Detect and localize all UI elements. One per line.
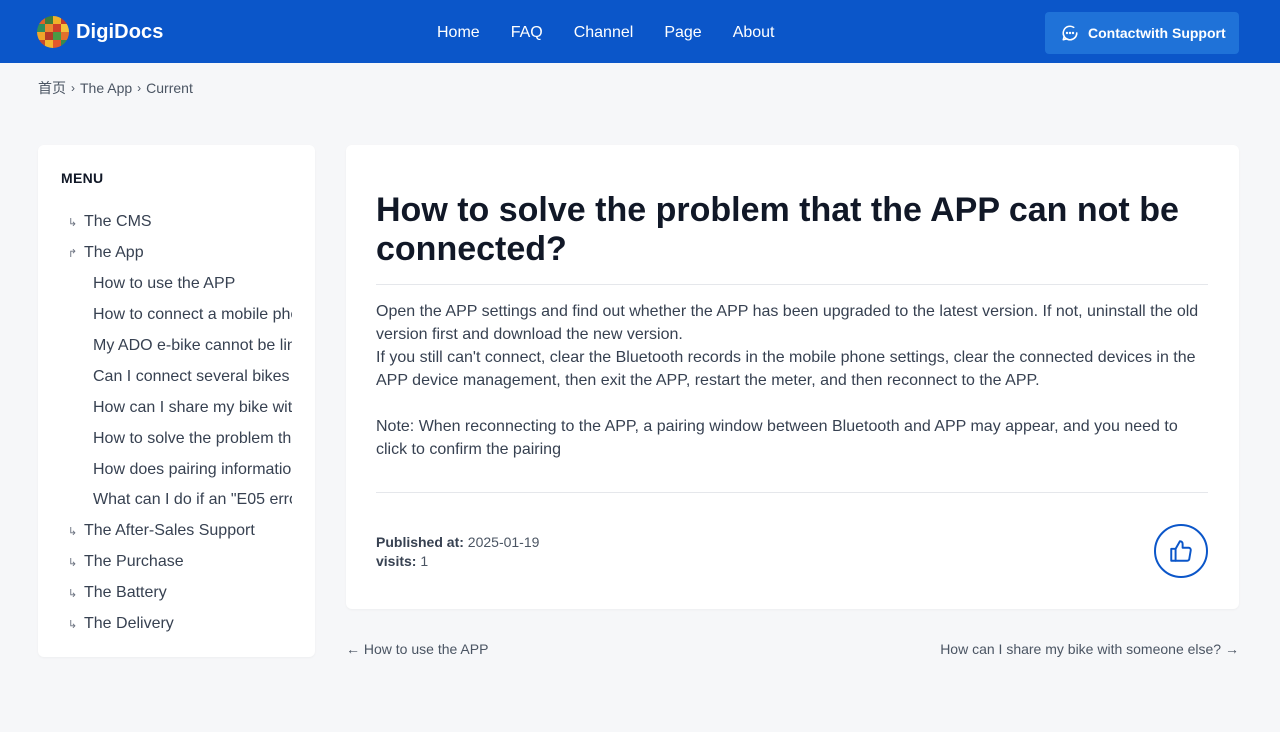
- sidebar-subitem[interactable]: How can I share my bike with: [68, 392, 322, 423]
- brand-name: DigiDocs: [76, 20, 164, 43]
- breadcrumb-current: Current: [146, 80, 193, 96]
- menu-title: MENU: [61, 170, 104, 186]
- sidebar-subitem[interactable]: Can I connect several bikes with: [68, 361, 322, 392]
- top-navbar: DigiDocs Home FAQ Channel Page About Con…: [0, 0, 1280, 63]
- chevron-right-icon: ›: [71, 81, 75, 95]
- contact-support-label: Contactwith Support: [1088, 25, 1226, 41]
- divider: [376, 284, 1208, 285]
- chat-bubble-icon: [1062, 25, 1078, 41]
- article-title: How to solve the problem that the APP ca…: [376, 191, 1179, 268]
- sidebar-subitem[interactable]: How to solve the problem that: [68, 423, 322, 454]
- collapsed-arrow-icon: ↳: [68, 216, 78, 229]
- article-paragraph: Note: When reconnecting to the APP, a pa…: [376, 418, 1178, 458]
- mosaic-logo-icon: [37, 16, 69, 48]
- sidebar-item-after-sales[interactable]: ↳ The After-Sales Support: [68, 516, 294, 547]
- expanded-arrow-icon: ↱: [68, 247, 78, 260]
- divider: [376, 492, 1208, 493]
- sidebar-subitem[interactable]: What can I do if an "E05 error: [68, 485, 322, 516]
- published-label: Published at:: [376, 534, 464, 550]
- sidebar-subitem[interactable]: How does pairing information: [68, 454, 322, 485]
- chevron-right-icon: ›: [137, 81, 142, 95]
- article-meta: Published at: 2025-01-19 visits: 1: [376, 533, 539, 571]
- collapsed-arrow-icon: ↳: [68, 587, 78, 600]
- breadcrumb-section[interactable]: The App: [80, 80, 132, 96]
- nav-faq[interactable]: FAQ: [511, 23, 543, 43]
- nav-home[interactable]: Home: [437, 23, 480, 43]
- like-button[interactable]: [1154, 524, 1208, 578]
- published-date: 2025-01-19: [467, 534, 540, 550]
- article-paragraph: If you still can't connect, clear the Bl…: [376, 349, 1196, 389]
- menu-list: ↳ The CMS ↱ The App How to use the APP How…: [68, 207, 294, 639]
- nav-channel[interactable]: Channel: [574, 23, 634, 43]
- sidebar-subitem[interactable]: My ADO e-bike cannot be linked: [68, 331, 322, 362]
- article-paragraph: Open the APP settings and find out wheth…: [376, 303, 1199, 343]
- sidebar-item-purchase[interactable]: ↳ The Purchase: [68, 547, 294, 578]
- prev-article-link[interactable]: ← How to use the APP: [346, 641, 488, 657]
- nav-about[interactable]: About: [733, 23, 775, 43]
- sidebar-subitem[interactable]: How to connect a mobile phone: [68, 300, 322, 331]
- collapsed-arrow-icon: ↳: [68, 556, 78, 569]
- collapsed-arrow-icon: ↳: [68, 618, 78, 631]
- visits-label: visits:: [376, 553, 417, 569]
- article-card: How to solve the problem that the APP ca…: [346, 145, 1239, 609]
- sidebar-item-delivery[interactable]: ↳ The Delivery: [68, 609, 294, 640]
- sidebar-item-app[interactable]: ↱ The App: [68, 238, 294, 269]
- sidebar-item-cms[interactable]: ↳ The CMS: [68, 207, 294, 238]
- thumbs-up-icon: [1170, 540, 1192, 562]
- contact-support-button[interactable]: Contactwith Support: [1045, 12, 1239, 54]
- article-body: Open the APP settings and find out wheth…: [376, 300, 1211, 461]
- visits-count: 1: [420, 553, 429, 569]
- main-nav: Home FAQ Channel Page About: [437, 23, 806, 43]
- breadcrumb-home[interactable]: 首页: [38, 78, 66, 98]
- sidebar-subitem[interactable]: How to use the APP: [68, 269, 322, 300]
- collapsed-arrow-icon: ↳: [68, 525, 78, 538]
- sidebar-menu: MENU ↳ The CMS ↱ The App How to use the AP…: [38, 145, 315, 657]
- next-article-link[interactable]: How can I share my bike with someone els…: [940, 641, 1239, 657]
- sidebar-item-battery[interactable]: ↳ The Battery: [68, 578, 294, 609]
- brand-logo[interactable]: DigiDocs: [37, 16, 163, 48]
- breadcrumb: 首页 › The App › Current: [38, 78, 193, 98]
- nav-page[interactable]: Page: [664, 23, 701, 43]
